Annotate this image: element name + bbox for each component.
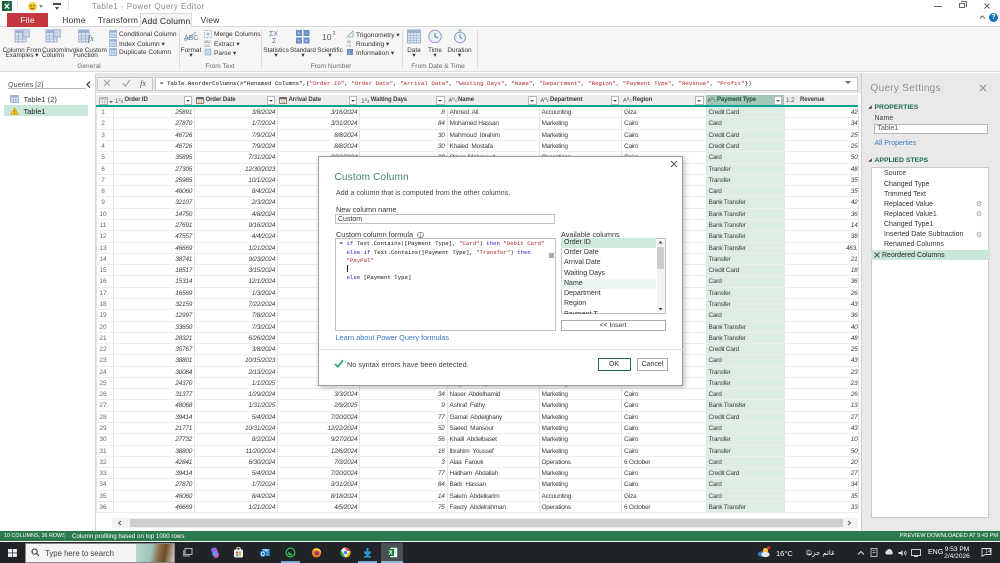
svg-text:!: !	[13, 110, 15, 115]
svg-text:+: +	[297, 31, 300, 37]
svg-text:−: −	[305, 31, 308, 37]
svg-text:ΣΧ: ΣΧ	[269, 31, 278, 38]
svg-text:10: 10	[322, 32, 332, 42]
svg-text:×: ×	[305, 39, 308, 45]
svg-text:+.0: +.0	[346, 44, 351, 47]
svg-text:fx: fx	[88, 34, 94, 43]
svg-text:÷: ÷	[297, 39, 300, 45]
svg-text:123: 123	[204, 44, 210, 47]
svg-text:X: X	[389, 551, 393, 557]
svg-text:Σ: Σ	[272, 38, 277, 44]
svg-text:i: i	[349, 50, 350, 55]
svg-text:2: 2	[333, 31, 336, 37]
